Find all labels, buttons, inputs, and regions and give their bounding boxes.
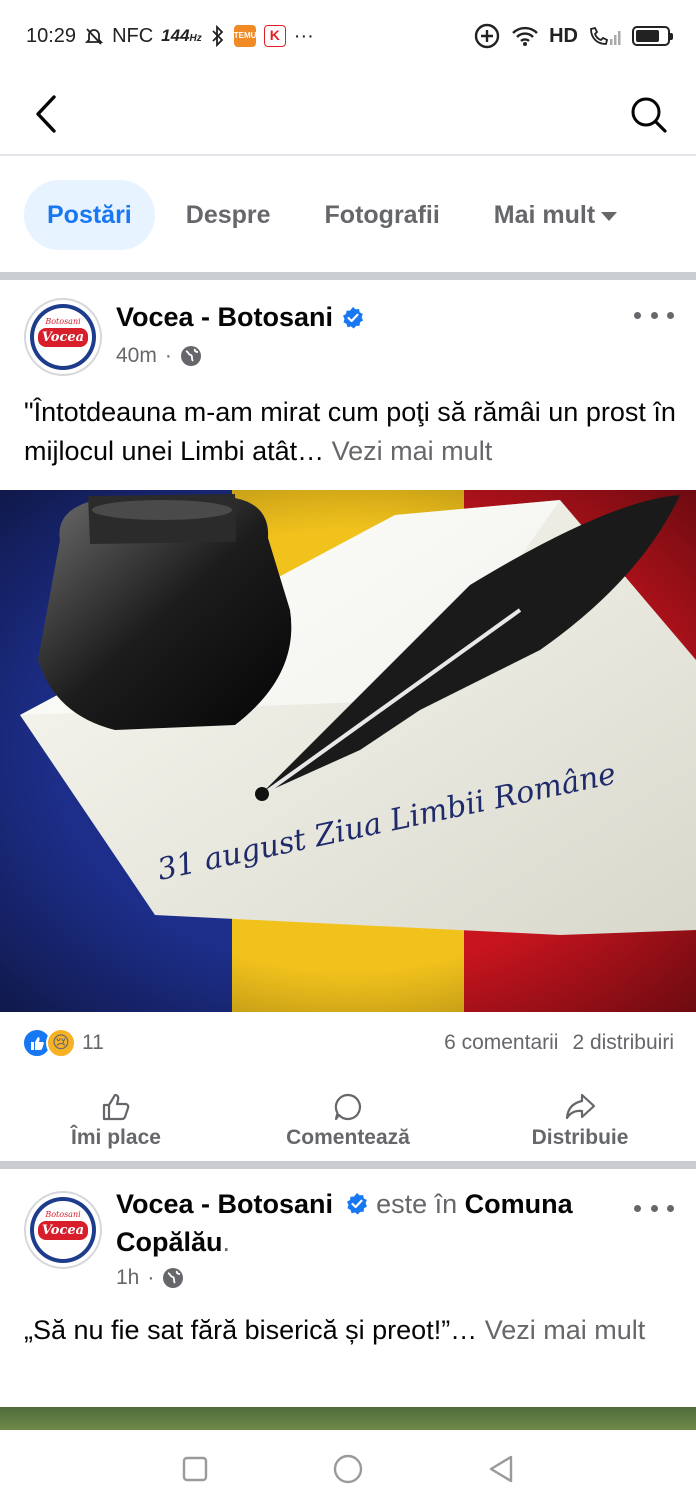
battery-fill <box>636 30 659 42</box>
author-name[interactable]: Vocea - Botosani <box>116 1189 333 1219</box>
tab-photos-label: Fotografii <box>324 200 440 229</box>
comments-count[interactable]: 6 comentarii <box>444 1031 558 1055</box>
battery-icon <box>632 26 673 46</box>
status-bar: 10:29 NFC 144Hz TEMU K ··· HD <box>0 0 696 72</box>
post-image[interactable]: 31 august Ziua Limbii Române <box>0 490 696 1012</box>
avatar-ring: Botosani Vocea <box>30 1197 96 1263</box>
logo-text: Vocea <box>37 327 89 347</box>
post-meta: 1h · <box>116 1266 184 1290</box>
back-nav-button[interactable] <box>487 1454 515 1484</box>
comment-label: Comentează <box>286 1126 410 1149</box>
author-name: Vocea - Botosani <box>116 302 334 332</box>
mute-bell-icon <box>84 28 104 45</box>
tab-more[interactable]: Mai mult <box>471 180 640 250</box>
refresh-value: 144 <box>161 26 190 45</box>
see-more-link[interactable]: Vezi mai mult <box>332 436 493 466</box>
status-refresh-rate: 144Hz <box>161 26 202 46</box>
thumbs-up-icon <box>102 1093 130 1121</box>
shares-count[interactable]: 2 distribuiri <box>572 1031 674 1055</box>
system-nav-bar <box>0 1430 696 1508</box>
post-image-preview[interactable] <box>0 1407 696 1430</box>
post-meta: 40m · <box>116 344 202 368</box>
page-tabs: Postări Despre Fotografii Mai mult <box>0 158 696 272</box>
tab-about-label: Despre <box>185 200 271 229</box>
location-prefix: este în <box>376 1189 458 1219</box>
more-dots-icon[interactable] <box>634 1193 674 1223</box>
avatar-logo: Botosani Vocea <box>34 1201 92 1259</box>
post-body: „Să nu fie sat fără biserică și preot!”… <box>24 1315 478 1345</box>
section-divider <box>0 272 696 280</box>
globe-icon <box>163 1268 184 1288</box>
like-label: Îmi place <box>71 1126 161 1149</box>
share-button[interactable]: Distribuie <box>464 1080 696 1162</box>
post-stats: 😢 11 6 comentarii 2 distribuiri <box>22 1028 674 1058</box>
status-nfc: NFC <box>112 24 154 47</box>
post-actions: Îmi place Comentează Distribuie <box>0 1080 696 1162</box>
tab-more-label: Mai mult <box>493 200 596 229</box>
post-time[interactable]: 1h <box>116 1266 139 1290</box>
comment-button[interactable]: Comentează <box>232 1080 464 1162</box>
post-header-line: Vocea - Botosani este în Comuna Copălău. <box>116 1185 616 1261</box>
data-saver-icon <box>474 23 500 49</box>
call-signal-icon <box>590 26 621 45</box>
post-card: Botosani Vocea Vocea - Botosani este în … <box>0 1169 696 1430</box>
comment-icon <box>334 1093 362 1121</box>
logo-subtitle: Botosani <box>45 317 81 326</box>
tab-posts[interactable]: Postări <box>24 180 155 250</box>
home-button[interactable] <box>332 1453 364 1485</box>
share-label: Distribuie <box>531 1126 629 1149</box>
share-icon <box>565 1093 596 1120</box>
post-card: Botosani Vocea Vocea - Botosani 40m · "Î… <box>0 280 696 1163</box>
more-dots-icon[interactable] <box>634 300 674 330</box>
temu-notification-icon: TEMU <box>233 25 256 47</box>
avatar[interactable]: Botosani Vocea <box>24 1191 102 1269</box>
tab-about[interactable]: Despre <box>163 180 294 250</box>
back-button[interactable] <box>26 94 66 134</box>
status-time: 10:29 <box>26 24 77 47</box>
refresh-unit: Hz <box>189 33 202 44</box>
recents-button[interactable] <box>181 1455 209 1483</box>
meta-dot: · <box>147 1266 155 1289</box>
avatar-logo: Botosani Vocea <box>34 308 92 366</box>
section-divider <box>0 1161 696 1169</box>
search-icon <box>631 97 667 133</box>
post-text: "Întotdeauna m-am mirat cum poţi să rămâ… <box>24 393 676 471</box>
verified-badge-icon <box>343 306 364 328</box>
period: . <box>222 1227 231 1257</box>
bluetooth-icon <box>212 25 224 47</box>
network-type: HD <box>549 24 578 47</box>
meta-dot: · <box>164 344 172 367</box>
wifi-icon <box>512 26 538 46</box>
kaufland-notification-icon: K <box>263 25 286 47</box>
avatar[interactable]: Botosani Vocea <box>24 298 102 376</box>
globe-icon <box>180 346 201 366</box>
more-notifications: ··· <box>293 24 314 47</box>
see-more-link[interactable]: Vezi mai mult <box>485 1315 646 1345</box>
tab-posts-label: Postări <box>47 200 132 229</box>
like-button[interactable]: Îmi place <box>0 1080 232 1162</box>
avatar-ring: Botosani Vocea <box>30 304 96 370</box>
verified-badge-icon <box>346 1193 367 1215</box>
post-author[interactable]: Vocea - Botosani <box>116 302 365 333</box>
search-button[interactable] <box>628 94 670 136</box>
sad-reaction-icon: 😢 <box>46 1028 76 1058</box>
caret-down-icon <box>601 212 618 221</box>
reactions-count[interactable]: 11 <box>82 1031 104 1055</box>
logo-text: Vocea <box>37 1220 89 1240</box>
tab-photos[interactable]: Fotografii <box>302 180 463 250</box>
back-arrow-icon <box>36 95 56 133</box>
top-bar <box>0 72 696 156</box>
post-time[interactable]: 40m <box>116 344 157 368</box>
logo-subtitle: Botosani <box>45 1210 81 1219</box>
romanian-flag-quill-image: 31 august Ziua Limbii Române <box>0 490 696 1012</box>
post-text: „Să nu fie sat fără biserică și preot!”…… <box>24 1311 674 1350</box>
